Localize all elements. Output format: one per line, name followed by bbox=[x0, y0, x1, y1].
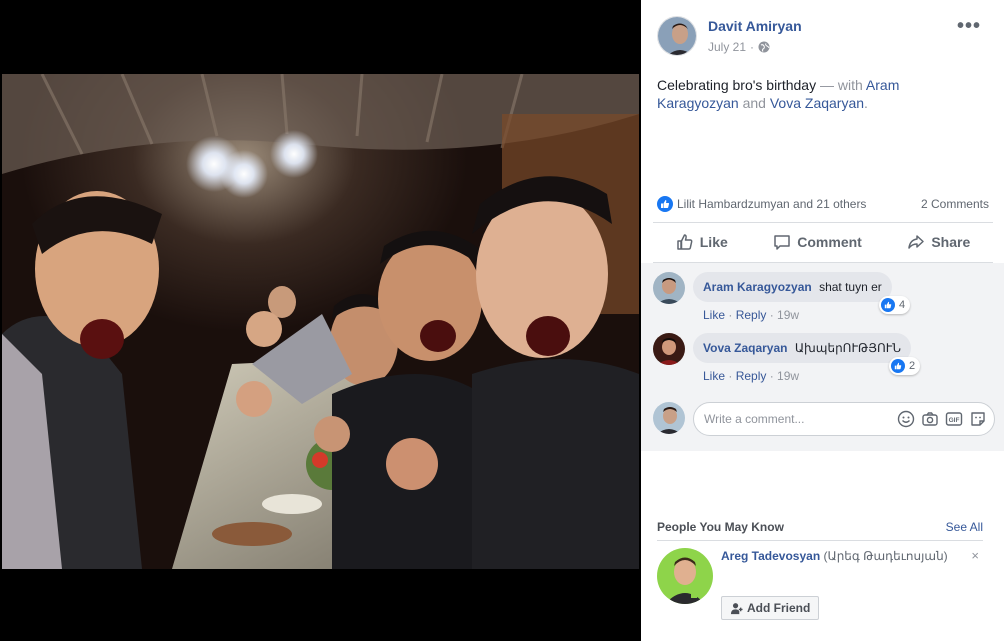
share-button[interactable]: Share bbox=[899, 227, 978, 257]
meta-separator: · bbox=[750, 40, 755, 54]
comment-button[interactable]: Comment bbox=[765, 227, 870, 257]
comment-text: shat tuyn er bbox=[819, 280, 882, 294]
comment-bubble: Aram Karagyozyan shat tuyn er bbox=[693, 272, 892, 302]
post-actions: Like Comment Share bbox=[653, 224, 993, 260]
comment-time[interactable]: 19w bbox=[777, 369, 799, 383]
caption-with: — with bbox=[819, 77, 863, 93]
more-options-icon[interactable]: ••• bbox=[957, 16, 981, 36]
like-reaction-icon bbox=[657, 196, 673, 212]
share-arrow-icon bbox=[908, 235, 925, 249]
photo-viewer bbox=[0, 0, 641, 641]
caption-text: Celebrating bro's birthday bbox=[657, 77, 817, 93]
comment-reactions[interactable]: 2 bbox=[889, 357, 921, 375]
reactions-summary-row: Lilit Hambardzumyan and 21 others 2 Comm… bbox=[657, 194, 989, 214]
like-reaction-icon bbox=[891, 359, 905, 373]
post-meta: July 21 · bbox=[708, 40, 770, 54]
globe-icon[interactable] bbox=[758, 41, 770, 53]
tagged-person-2[interactable]: Vova Zaqaryan bbox=[770, 95, 864, 111]
thumbs-up-icon bbox=[677, 234, 693, 250]
caption-and: and bbox=[742, 95, 766, 111]
svg-text:GIF: GIF bbox=[949, 417, 960, 424]
reactions-text: Lilit Hambardzumyan and 21 others bbox=[677, 197, 867, 211]
comment-reaction-count: 4 bbox=[899, 299, 906, 311]
comment-like-link[interactable]: Like bbox=[703, 369, 725, 383]
add-friend-button[interactable]: Add Friend bbox=[721, 596, 820, 620]
comment-time[interactable]: 19w bbox=[777, 308, 799, 322]
close-icon[interactable]: × bbox=[971, 548, 979, 563]
suggested-person-link[interactable]: Areg Tadevosyan bbox=[721, 549, 820, 563]
pymk-title: People You May Know bbox=[657, 520, 784, 534]
share-label: Share bbox=[931, 234, 971, 250]
add-person-icon bbox=[730, 602, 743, 614]
comment-reaction-count: 2 bbox=[909, 360, 916, 372]
caption-end: . bbox=[864, 95, 868, 111]
comment-reactions[interactable]: 4 bbox=[879, 296, 911, 314]
comments-count[interactable]: 2 Comments bbox=[921, 197, 989, 211]
comment-actions: Like · Reply · 19w bbox=[703, 369, 800, 383]
author-name[interactable]: Davit Amiryan bbox=[708, 18, 802, 34]
suggested-person-name: Areg Tadevosyan (Արեգ Թադեւոսյան) bbox=[721, 548, 961, 564]
comments-section: Aram Karagyozyan shat tuyn er 4 Like · R… bbox=[641, 263, 1004, 451]
divider bbox=[653, 222, 993, 223]
post-photo[interactable] bbox=[2, 74, 639, 569]
commenter-name[interactable]: Vova Zaqaryan bbox=[703, 341, 787, 355]
comment-like-link[interactable]: Like bbox=[703, 308, 725, 322]
comment-reply-link[interactable]: Reply bbox=[736, 369, 767, 383]
commenter-avatar[interactable] bbox=[653, 272, 685, 304]
see-all-link[interactable]: See All bbox=[946, 520, 983, 534]
commenter-avatar[interactable] bbox=[653, 333, 685, 365]
comment-bubble-icon bbox=[774, 235, 791, 250]
like-label: Like bbox=[699, 234, 728, 250]
composer-icons: GIF bbox=[897, 410, 987, 428]
comment-actions: Like · Reply · 19w bbox=[703, 308, 800, 322]
post-header: Davit Amiryan July 21 · ••• bbox=[657, 16, 997, 58]
like-reaction-icon bbox=[881, 298, 895, 312]
comment-reply-link[interactable]: Reply bbox=[736, 308, 767, 322]
current-user-avatar bbox=[653, 402, 685, 434]
commenter-name[interactable]: Aram Karagyozyan bbox=[703, 280, 812, 294]
camera-icon[interactable] bbox=[921, 410, 939, 428]
gif-icon[interactable]: GIF bbox=[945, 410, 963, 428]
post-caption: Celebrating bro's birthday — with Aram K… bbox=[657, 76, 977, 112]
reactions-summary[interactable]: Lilit Hambardzumyan and 21 others bbox=[657, 196, 866, 212]
post-sidebar: Davit Amiryan July 21 · ••• Celebrating … bbox=[641, 0, 1004, 641]
post-date[interactable]: July 21 bbox=[708, 40, 746, 54]
pymk-header: People You May Know See All bbox=[657, 520, 983, 534]
suggested-person-avatar[interactable] bbox=[657, 548, 713, 604]
comment-label: Comment bbox=[797, 234, 862, 250]
divider bbox=[657, 540, 983, 541]
emoji-icon[interactable] bbox=[897, 410, 915, 428]
party-photo-illustration bbox=[2, 74, 639, 569]
comment-text: ԱխպերՈՒԹՅՈՒՆ bbox=[794, 341, 901, 355]
sticker-icon[interactable] bbox=[969, 410, 987, 428]
suggested-person-alt-name: (Արեգ Թադեւոսյան) bbox=[823, 549, 948, 563]
like-button[interactable]: Like bbox=[668, 227, 736, 257]
comment-composer: GIF bbox=[653, 400, 995, 436]
comment-bubble: Vova Zaqaryan ԱխպերՈՒԹՅՈՒՆ bbox=[693, 333, 911, 363]
author-avatar[interactable] bbox=[657, 16, 697, 56]
pymk-card: Areg Tadevosyan (Արեգ Թադեւոսյան) × Add … bbox=[657, 546, 989, 626]
add-friend-label: Add Friend bbox=[747, 601, 811, 615]
